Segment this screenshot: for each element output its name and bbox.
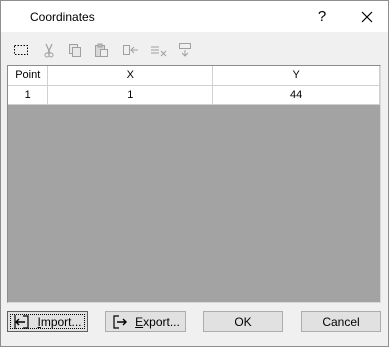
select-all-icon [14, 45, 28, 55]
insert-row-button[interactable] [121, 40, 141, 60]
column-header-x[interactable]: X [47, 66, 214, 86]
coordinates-grid: Point X Y 1 1 44 [7, 65, 381, 303]
cancel-label: Cancel [322, 314, 360, 329]
select-all-button[interactable] [11, 40, 31, 60]
insert-row-icon [123, 45, 138, 55]
delete-row-icon [151, 46, 167, 57]
help-button[interactable]: ? [305, 1, 339, 32]
window-title: Coordinates [30, 10, 95, 24]
cut-icon [44, 43, 54, 58]
close-icon [361, 11, 372, 22]
coordinates-dialog: Coordinates ? Point X Y 1 1 44 Import...… [0, 0, 389, 347]
grid-header-row: Point X Y [8, 66, 380, 86]
cell-y[interactable]: 44 [212, 85, 380, 105]
row-header-point[interactable]: 1 [8, 85, 49, 105]
delete-row-button[interactable] [149, 40, 169, 60]
export-icon [113, 314, 128, 329]
focus-ring [10, 314, 85, 329]
export-button[interactable]: Export... [105, 311, 186, 332]
append-row-button[interactable] [175, 40, 195, 60]
paste-icon [95, 43, 108, 57]
title-bar: Coordinates ? [1, 1, 388, 32]
ok-label: OK [234, 314, 252, 329]
coordinates-table: Point X Y 1 1 44 [8, 66, 380, 105]
column-header-y[interactable]: Y [212, 66, 380, 86]
cell-x[interactable]: 1 [47, 85, 214, 105]
grid-toolbar [7, 38, 381, 62]
cut-button[interactable] [39, 40, 59, 60]
export-label: Export... [135, 314, 180, 329]
column-header-point[interactable]: Point [8, 66, 49, 86]
ok-button[interactable]: OK [203, 311, 283, 332]
table-row: 1 1 44 [8, 85, 380, 105]
append-row-icon [179, 43, 191, 57]
close-button[interactable] [345, 1, 388, 32]
copy-icon [69, 44, 81, 57]
import-button[interactable]: Import... [7, 311, 88, 332]
copy-button[interactable] [65, 40, 85, 60]
paste-button[interactable] [91, 40, 111, 60]
cancel-button[interactable]: Cancel [301, 311, 381, 332]
help-icon: ? [317, 8, 327, 25]
